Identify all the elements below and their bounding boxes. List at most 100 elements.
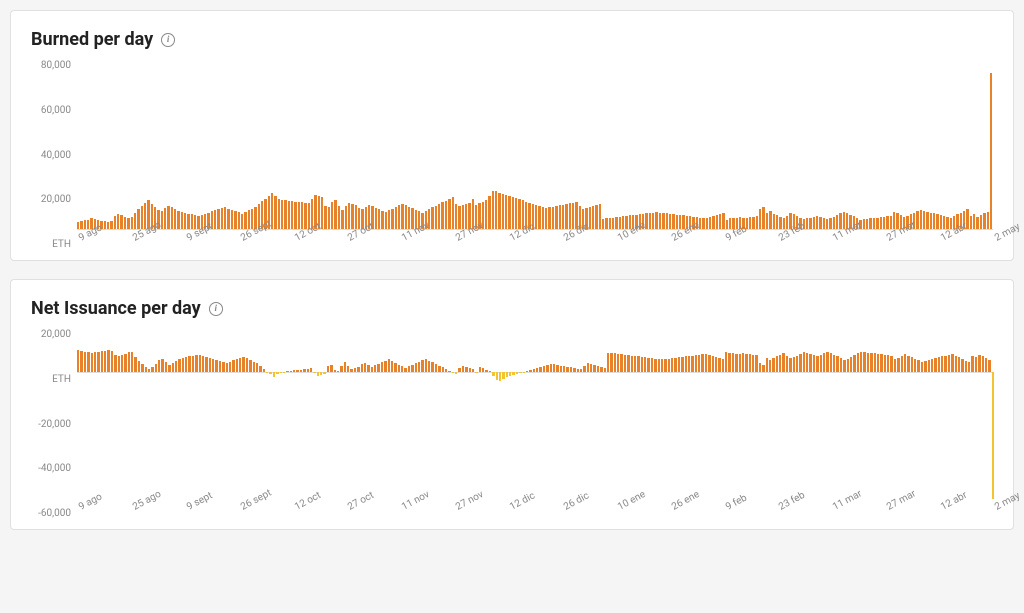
bar [651,358,653,371]
bar [890,356,892,372]
bar [298,202,300,229]
bar [384,361,386,372]
bar [293,370,295,371]
bar [388,210,390,229]
bar [971,356,973,372]
bar [321,197,323,229]
bar [901,356,903,371]
bar [759,209,761,229]
bar [572,203,574,229]
bar [666,213,668,229]
y-tick: ETH [52,239,71,250]
bar [555,206,557,229]
bar [884,355,886,372]
plot-area [77,60,993,230]
bar [894,359,896,371]
bar [548,207,550,229]
bar [472,369,474,372]
bar [580,369,582,371]
bar [931,359,933,372]
bar [853,355,855,371]
x-tick: 9 feb [724,234,732,248]
bar [145,367,147,371]
bar [462,366,464,372]
bar [759,363,761,372]
bar [706,218,708,229]
bar [371,367,373,372]
bar [273,372,275,378]
bar [688,356,690,372]
bar [214,210,216,229]
bar [605,218,607,229]
bar [274,196,276,229]
bar [816,356,818,372]
bar [992,372,994,500]
bar [80,221,82,229]
bar [303,369,305,371]
bar [445,369,447,371]
bar [232,360,234,371]
bar [128,352,130,371]
bar [395,207,397,229]
bar [566,367,568,372]
bar [987,212,989,229]
y-axis: 20,000ETH-20,000-40,000-60,000 [31,329,77,519]
bar [347,366,349,372]
bar [239,358,241,372]
bar [391,361,393,371]
y-tick: -60,000 [38,508,71,519]
bar [570,367,572,371]
bar [951,354,953,372]
x-tick: 23 feb [777,503,785,517]
bar [398,365,400,372]
bar [187,214,189,229]
x-tick: 11 nov [400,503,408,517]
bar [840,358,842,371]
bar [226,363,228,372]
bar [328,207,330,229]
bar [375,208,377,229]
x-tick: 12 dic [508,503,516,517]
x-tick: 12 oct [293,503,301,517]
bar [756,216,758,229]
bar [914,359,916,372]
bar [833,217,835,229]
x-tick: 26 dic [562,503,570,517]
bar [776,356,778,371]
x-tick: 9 sept [185,234,193,248]
bar [177,211,179,229]
x-tick: 9 ago [77,503,85,517]
bar [118,356,120,372]
bar [860,352,862,372]
bar [523,372,525,373]
bar [256,363,258,371]
bar [124,354,126,372]
bar [238,212,240,229]
bar [796,356,798,372]
bar [722,213,724,229]
bar [231,210,233,229]
y-tick: ETH [52,374,71,385]
info-icon[interactable]: i [161,33,175,47]
bar [543,366,545,372]
bar [425,359,427,372]
bar [565,204,567,229]
bar [911,357,913,371]
bar [695,355,697,371]
bar [107,350,109,371]
bar [435,364,437,371]
bar [498,193,500,229]
bar [701,354,703,371]
bar [793,357,795,371]
issuance-title: Net Issuance per day [31,298,201,319]
bar [499,372,501,382]
bar [926,212,928,229]
bar [985,358,987,371]
x-tick: 26 sept [239,503,247,517]
bar [649,213,651,229]
info-icon[interactable]: i [209,302,223,316]
bar [948,355,950,372]
bar [508,196,510,229]
bar [155,364,157,372]
bar [652,213,654,229]
